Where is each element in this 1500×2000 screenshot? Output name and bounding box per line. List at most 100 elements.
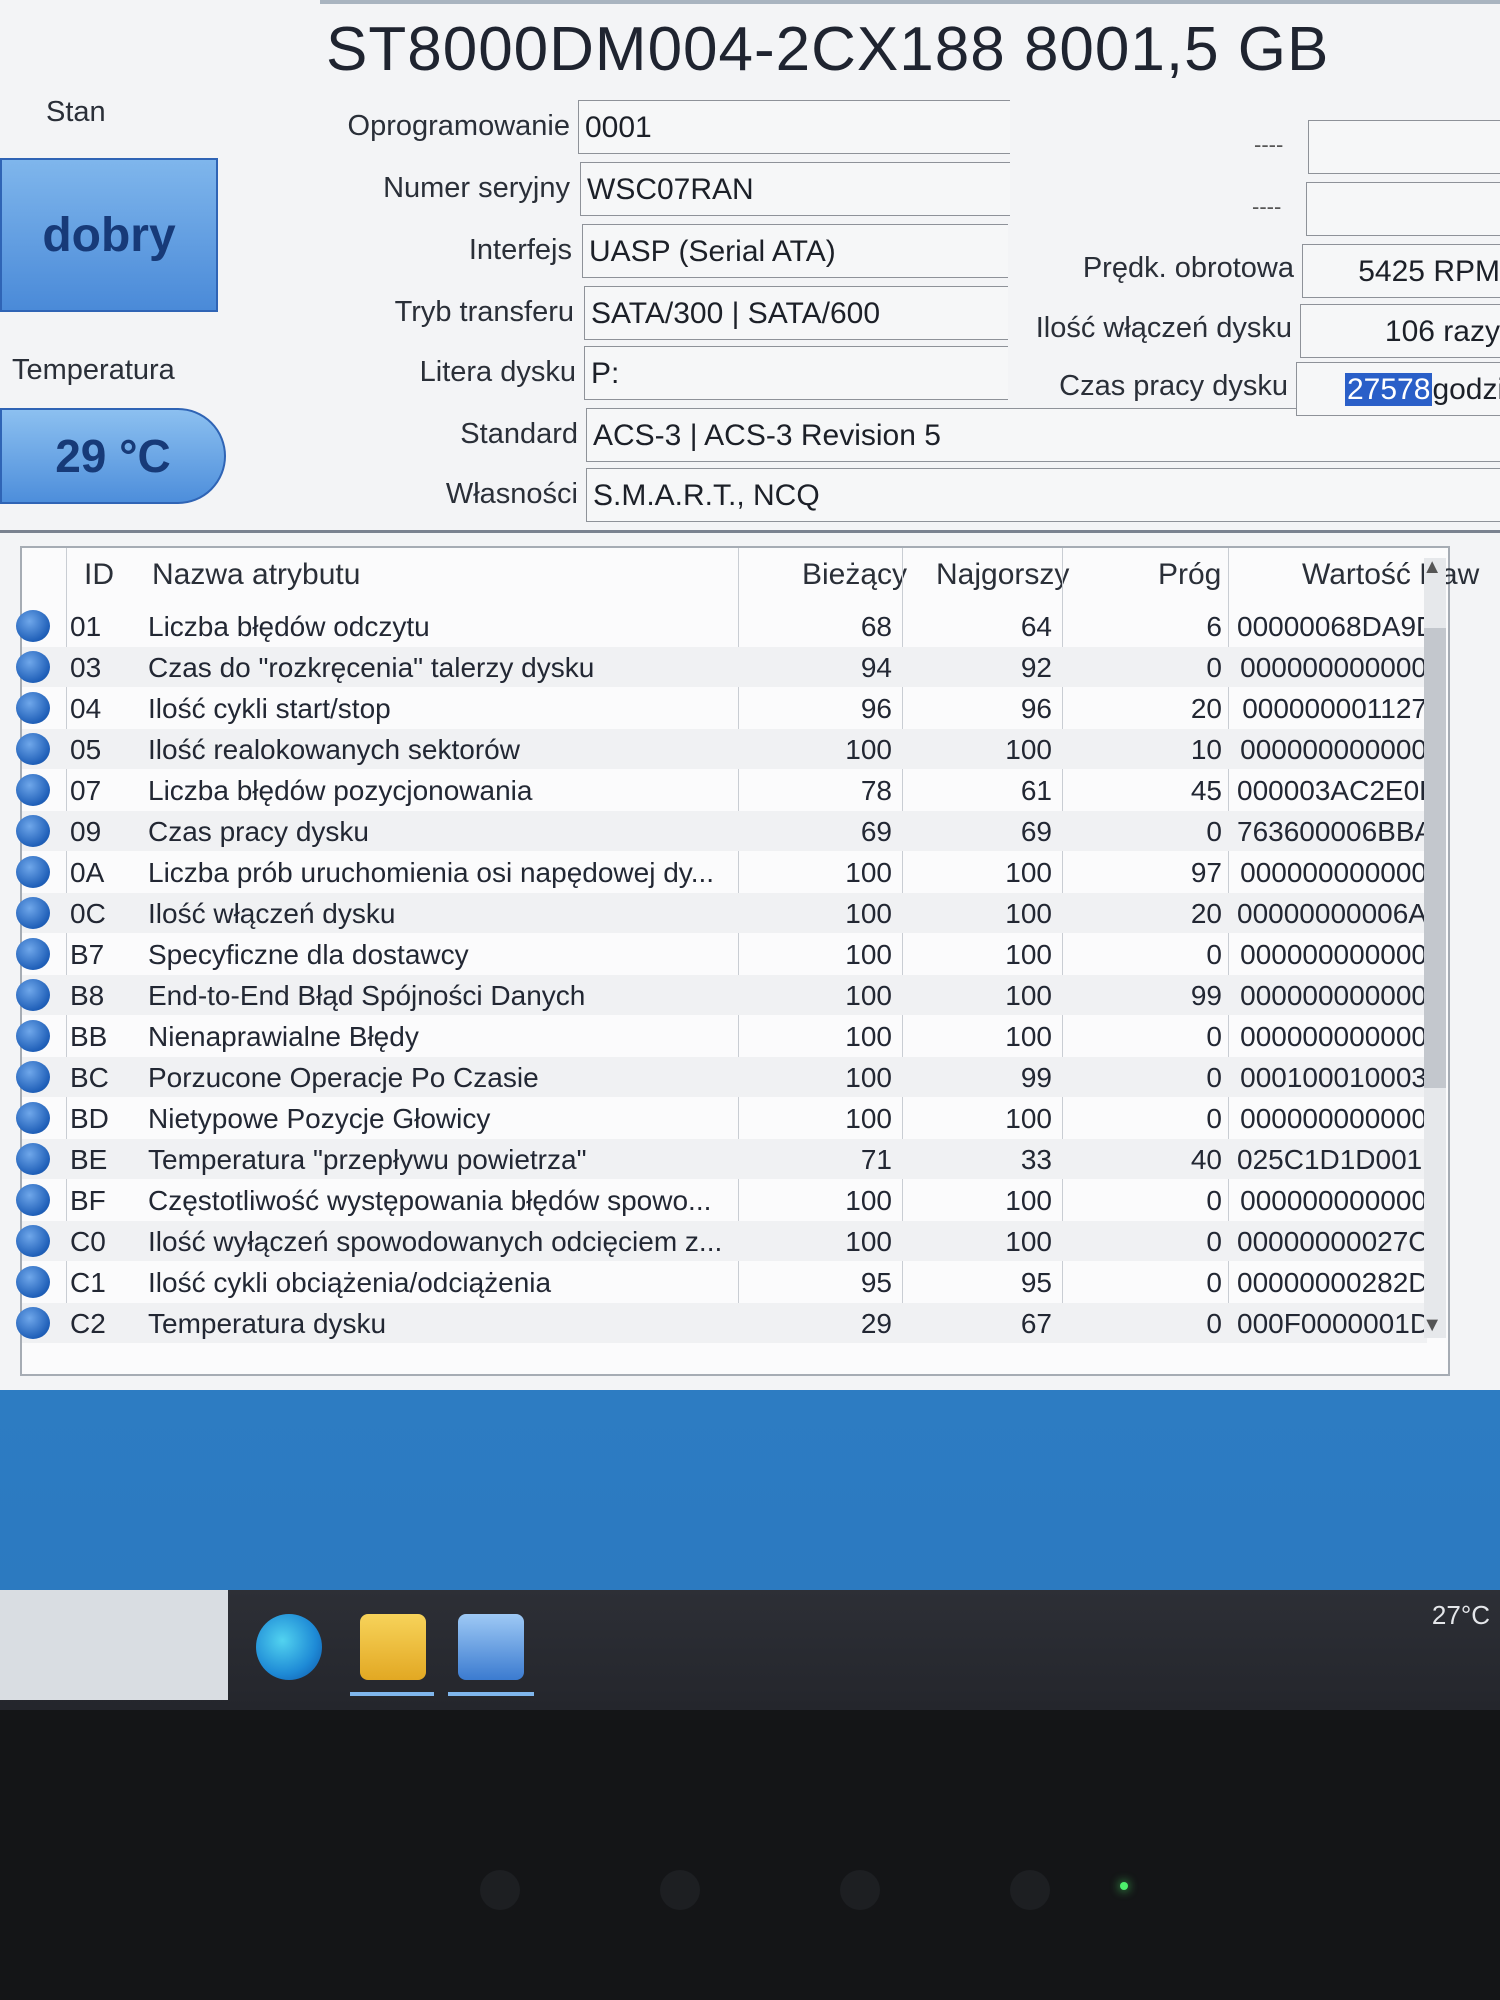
attribute-id: BE [70,1144,108,1175]
table-row[interactable]: 09 Czas pracy dysku 69 69 0 763600006BBA [16,811,1434,851]
title-rule [320,0,1500,4]
worst-value: 100 [1005,898,1052,929]
worst-value: 100 [1005,1226,1052,1257]
scroll-down-icon[interactable]: ▼ [1422,1314,1442,1337]
raw-value: 763600006BBA [1237,816,1434,847]
temperature-badge[interactable]: 29 °C [0,408,226,504]
attribute-name: End-to-End Błąd Spójności Danych [148,980,586,1011]
active-app-indicator [350,1692,434,1696]
attribute-id: B7 [70,939,105,970]
table-row[interactable]: 03 Czas do "rozkręcenia" talerzy dysku 94 9… [16,647,1427,687]
placeholder-field-1 [1308,120,1500,174]
power-on-hours-value[interactable]: 27578 [1345,373,1433,406]
transfer-mode-label: Tryb transferu [394,296,574,328]
header-attribute-name[interactable]: Nazwa atrybutu [152,558,360,592]
raw-value: 000003AC2E0D [1237,775,1440,806]
header-raw-value[interactable]: Wartość Raw [1302,558,1479,592]
rotation-speed-label: Prędk. obrotowa [1082,252,1294,284]
table-row[interactable]: BB Nienaprawialne Błędy 100 100 0 00000000000… [16,1016,1427,1056]
crystaldiskinfo-icon[interactable] [458,1614,524,1680]
attribute-name: Czas pracy dysku [148,816,369,847]
current-value: 100 [845,980,892,1011]
attribute-name: Liczba prób uruchomienia osi napędowej d… [148,857,715,888]
threshold-value: 0 [1206,1185,1222,1216]
firmware-label: Oprogramowanie [347,110,570,142]
worst-value: 96 [1020,693,1052,724]
table-row[interactable]: BD Nietypowe Pozycje Głowicy 100 100 0 000000… [16,1098,1427,1138]
threshold-value: 45 [1190,775,1222,806]
threshold-value: 0 [1206,1308,1222,1339]
current-value: 100 [845,898,892,929]
table-row[interactable]: 05 Ilość realokowanych sektorów 100 100 10 00… [16,729,1427,769]
current-value: 100 [845,1062,892,1093]
table-row[interactable]: C0 Ilość wyłączeń spowodowanych odcięciem… [16,1221,1429,1261]
monitor-button [660,1870,700,1910]
firmware-field: 0001 [578,100,1010,154]
file-explorer-icon[interactable] [360,1614,426,1680]
table-row[interactable]: C1 Ilość cykli obciążenia/odciążenia 95 95 0… [16,1262,1429,1302]
attribute-id: BD [70,1103,109,1134]
standard-label: Standard [460,418,578,450]
taskbar-search-area[interactable] [0,1590,228,1700]
power-led [1120,1882,1128,1890]
threshold-value: 20 [1190,898,1222,929]
monitor-button [840,1870,880,1910]
current-value: 100 [845,1103,892,1134]
table-row[interactable]: BE Temperatura "przepływu powietrza" 71 33 4… [16,1139,1443,1179]
header-threshold[interactable]: Próg [1158,558,1221,592]
attribute-id: BC [70,1062,109,1093]
header-current[interactable]: Bieżący [802,558,907,592]
current-value: 96 [860,693,892,724]
section-divider [0,530,1500,533]
attribute-name: Ilość cykli obciążenia/odciążenia [148,1267,552,1298]
rotation-speed-field: 5425 RPM [1302,244,1500,298]
status-indicator-icon [16,1225,50,1257]
status-indicator-icon [16,733,50,765]
worst-value: 69 [1020,816,1052,847]
attribute-name: Ilość realokowanych sektorów [148,734,520,765]
smart-attributes-table[interactable]: ID Nazwa atrybutu Bieżący Najgorszy Próg… [16,546,1479,1376]
health-status-button[interactable]: dobry [0,158,218,312]
attribute-id: 05 [70,734,102,765]
table-row[interactable]: 0C Ilość włączeń dysku 100 100 20 00000000006… [16,893,1427,933]
table-row[interactable]: C2 Temperatura dysku 29 67 0 000F0000001D [16,1303,1431,1343]
features-label: Własności [445,478,578,510]
standard-field: ACS-3 | ACS-3 Revision 5 [586,408,1500,462]
worst-value: 100 [1005,857,1052,888]
table-row[interactable]: B8 End-to-End Błąd Spójności Danych 100 100… [16,975,1427,1015]
scroll-up-icon[interactable]: ▲ [1422,556,1442,579]
worst-value: 33 [1020,1144,1052,1175]
attribute-name: Nietypowe Pozycje Głowicy [148,1103,491,1134]
table-row[interactable]: 01 Liczba błędów odczytu 68 64 6 00000068DA9D [16,606,1436,646]
scrollbar-thumb[interactable] [1424,628,1446,1088]
status-indicator-icon [16,856,50,888]
header-worst[interactable]: Najgorszy [936,558,1069,592]
power-on-hours-label: Czas pracy dysku [1059,370,1288,402]
header-id[interactable]: ID [84,558,114,592]
table-row[interactable]: 04 Ilość cykli start/stop 96 96 20 0000000011… [16,688,1427,728]
current-value: 100 [845,1226,892,1257]
drive-title: ST8000DM004-2CX188 8001,5 GB [326,15,1330,84]
placeholder-dash-1: ---- [1254,132,1284,157]
power-on-hours-unit: godzin [1432,373,1500,406]
monitor-screen: ST8000DM004-2CX188 8001,5 GB Stan dobry … [0,0,1500,1710]
raw-value: 000F0000001D [1237,1308,1431,1339]
edge-icon[interactable] [256,1614,322,1680]
worst-value: 99 [1020,1062,1052,1093]
table-row[interactable]: 0A Liczba prób uruchomienia osi napędowej… [16,852,1427,892]
raw-value: 00000000027C [1237,1226,1429,1257]
table-row[interactable]: BC Porzucone Operacje Po Czasie 100 99 0 0001… [16,1057,1427,1097]
status-indicator-icon [16,897,50,929]
table-row[interactable]: 07 Liczba błędów pozycjonowania 78 61 45 0000… [16,770,1440,810]
current-value: 100 [845,734,892,765]
threshold-value: 10 [1190,734,1222,765]
threshold-value: 0 [1206,652,1222,683]
table-row[interactable]: BF Częstotliwość występowania błędów spow… [16,1180,1427,1220]
threshold-value: 0 [1206,1226,1222,1257]
drive-letter-field: P: [584,346,1008,400]
raw-value: 025C1D1D001D [1237,1144,1443,1175]
features-field: S.M.A.R.T., NCQ [586,468,1500,522]
attribute-name: Temperatura dysku [148,1308,387,1339]
weather-widget[interactable]: 27°C [1432,1600,1490,1631]
table-row[interactable]: B7 Specyficzne dla dostawcy 100 100 0 0000000… [16,934,1427,974]
